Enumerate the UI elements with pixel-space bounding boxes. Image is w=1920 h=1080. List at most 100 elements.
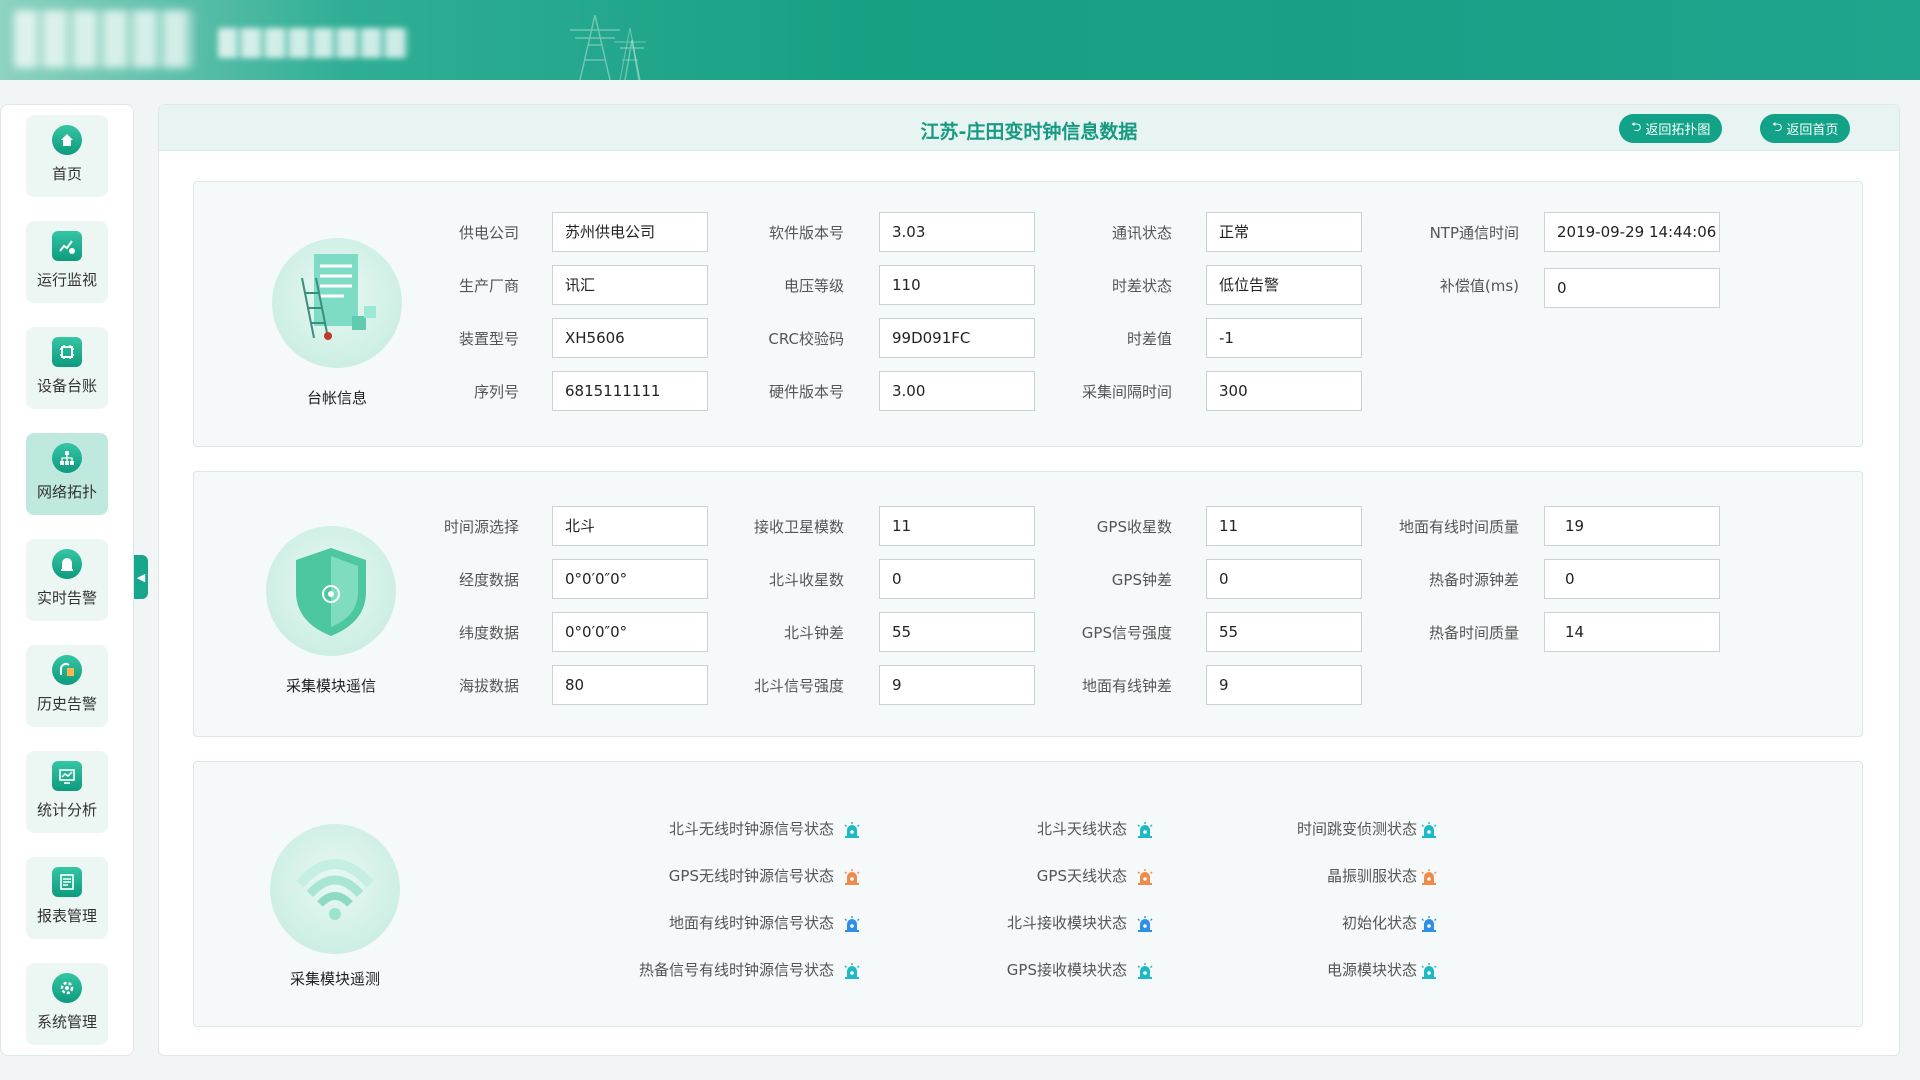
longitude-field[interactable]: 0°0′0″0° bbox=[552, 559, 708, 599]
telemetry-item-label: 北斗天线状态 bbox=[1036, 820, 1127, 838]
beidou-clock-diff-label: 北斗钟差 bbox=[783, 624, 844, 642]
compensation-field[interactable]: 0 bbox=[1544, 268, 1720, 308]
sidebar-item-network-topology[interactable]: 网络拓扑 bbox=[26, 433, 108, 515]
ntp-time-label: NTP通信时间 bbox=[1429, 224, 1519, 242]
telemetry-item-label: 晶振驯服状态 bbox=[1326, 867, 1417, 885]
latitude-field[interactable]: 0°0′0″0° bbox=[552, 612, 708, 652]
beidou-signal-field[interactable]: 9 bbox=[879, 665, 1035, 705]
manufacturer-field[interactable]: 讯汇 bbox=[552, 265, 708, 305]
monitor-chart-icon bbox=[52, 231, 82, 261]
hardware-version-field[interactable]: 3.00 bbox=[879, 371, 1035, 411]
beidou-stars-field[interactable]: 0 bbox=[879, 559, 1035, 599]
time-source-label: 时间源选择 bbox=[443, 518, 519, 536]
comm-status-label: 通讯状态 bbox=[1111, 224, 1172, 242]
time-source-field[interactable]: 北斗 bbox=[552, 506, 708, 546]
gps-signal-label: GPS信号强度 bbox=[1081, 624, 1172, 642]
software-version-field[interactable]: 3.03 bbox=[879, 212, 1035, 252]
ground-time-quality-field[interactable]: 19 bbox=[1544, 506, 1720, 546]
sidebar-item-label: 系统管理 bbox=[36, 1013, 97, 1031]
back-home-label: 返回首页 bbox=[1786, 123, 1839, 138]
alarm-light-icon bbox=[1137, 916, 1153, 932]
sidebar-item-realtime-alarm[interactable]: 实时告警 bbox=[26, 539, 108, 621]
supply-company-label: 供电公司 bbox=[458, 224, 519, 242]
back-home-button[interactable]: ⮌ 返回首页 bbox=[1760, 114, 1851, 143]
hardware-version-label: 硬件版本号 bbox=[768, 383, 844, 401]
ground-clock-diff-label: 地面有线钟差 bbox=[1081, 677, 1172, 695]
sidebar-item-report[interactable]: 报表管理 bbox=[26, 857, 108, 939]
sidebar-item-device-ledger[interactable]: 设备台账 bbox=[26, 327, 108, 409]
alarm-light-icon bbox=[844, 916, 860, 932]
alarm-light-icon bbox=[1137, 822, 1153, 838]
satellite-count-field[interactable]: 11 bbox=[879, 506, 1035, 546]
telemetry-item-label: 北斗无线时钟源信号状态 bbox=[668, 820, 834, 838]
serial-number-field[interactable]: 6815111111 bbox=[552, 371, 708, 411]
latitude-label: 纬度数据 bbox=[458, 624, 519, 642]
telemetry-item-label: GPS天线状态 bbox=[1036, 867, 1127, 885]
ntp-time-field[interactable]: 2019-09-29 14:44:06 bbox=[1544, 212, 1720, 252]
hot-standby-diff-label: 热备时源钟差 bbox=[1428, 571, 1519, 589]
altitude-field[interactable]: 80 bbox=[552, 665, 708, 705]
comm-status-field[interactable]: 正常 bbox=[1206, 212, 1362, 252]
sidebar-item-statistics[interactable]: 统计分析 bbox=[26, 751, 108, 833]
beidou-stars-label: 北斗收星数 bbox=[768, 571, 844, 589]
serial-number-label: 序列号 bbox=[473, 383, 519, 401]
crc-code-label: CRC校验码 bbox=[768, 330, 844, 348]
sidebar-item-home[interactable]: 首页 bbox=[26, 115, 108, 197]
app-header bbox=[0, 0, 1920, 80]
return-arrow-icon: ⮌ bbox=[1631, 119, 1642, 135]
sidebar-collapse-toggle[interactable]: ◀ bbox=[134, 555, 148, 599]
sidebar-item-label: 网络拓扑 bbox=[36, 483, 97, 501]
comm-panel: 采集模块遥信 时间源选择 北斗 经度数据 0°0′0″0° 纬度数据 0°0′0… bbox=[193, 471, 1863, 737]
realtime-alarm-icon bbox=[52, 549, 82, 579]
collect-interval-field[interactable]: 300 bbox=[1206, 371, 1362, 411]
supply-company-field[interactable]: 苏州供电公司 bbox=[552, 212, 708, 252]
home-icon bbox=[52, 125, 82, 155]
time-diff-status-field[interactable]: 低位告警 bbox=[1206, 265, 1362, 305]
time-diff-value-field[interactable]: -1 bbox=[1206, 318, 1362, 358]
manufacturer-label: 生产厂商 bbox=[458, 277, 519, 295]
sidebar-item-label: 设备台账 bbox=[36, 377, 97, 395]
telemetry-item-label: 初始化状态 bbox=[1341, 914, 1417, 932]
comm-panel-title: 采集模块遥信 bbox=[285, 677, 376, 695]
telemetry-panel: 采集模块遥测 北斗无线时钟源信号状态 GPS无线时钟源信号状态 地面有线时钟源信… bbox=[193, 761, 1863, 1027]
alarm-light-icon bbox=[1137, 869, 1153, 885]
hot-standby-diff-field[interactable]: 0 bbox=[1544, 559, 1720, 599]
app-title bbox=[218, 28, 408, 58]
voltage-level-label: 电压等级 bbox=[783, 277, 844, 295]
compensation-label: 补偿值(ms) bbox=[1439, 277, 1519, 295]
sidebar-item-history-alarm[interactable]: 历史告警 bbox=[26, 645, 108, 727]
telemetry-item-label: 时间跳变侦测状态 bbox=[1296, 820, 1417, 838]
alarm-light-icon bbox=[844, 963, 860, 979]
return-arrow-icon: ⮌ bbox=[1772, 119, 1783, 135]
sidebar-item-label: 首页 bbox=[51, 165, 82, 183]
alarm-light-icon bbox=[1421, 869, 1437, 885]
crc-code-field[interactable]: 99D091FC bbox=[879, 318, 1035, 358]
ground-time-quality-label: 地面有线时间质量 bbox=[1398, 518, 1519, 536]
alarm-light-icon bbox=[1421, 916, 1437, 932]
sidebar-item-monitor[interactable]: 运行监视 bbox=[26, 221, 108, 303]
sidebar-item-label: 统计分析 bbox=[36, 801, 97, 819]
sidebar-item-system[interactable]: 系统管理 bbox=[26, 963, 108, 1045]
alarm-light-icon bbox=[844, 869, 860, 885]
back-topology-button[interactable]: ⮌ 返回拓扑图 bbox=[1619, 114, 1723, 143]
collect-interval-label: 采集间隔时间 bbox=[1081, 383, 1172, 401]
ledger-panel-title: 台帐信息 bbox=[306, 389, 367, 407]
shield-illustration-icon bbox=[266, 526, 396, 656]
ground-clock-diff-field[interactable]: 9 bbox=[1206, 665, 1362, 705]
satellite-count-label: 接收卫星模数 bbox=[753, 518, 844, 536]
network-icon bbox=[52, 443, 82, 473]
system-gear-icon bbox=[52, 973, 82, 1003]
sidebar: 首页 运行监视 设备台账 网络拓扑 实时告警 历史告警 统计分析 报表管理 系统… bbox=[0, 104, 134, 1056]
hot-standby-quality-label: 热备时间质量 bbox=[1428, 624, 1519, 642]
telemetry-item-label: GPS无线时钟源信号状态 bbox=[668, 867, 834, 885]
ledger-panel: 台帐信息 供电公司 苏州供电公司 生产厂商 讯汇 装置型号 XH5606 序列号… bbox=[193, 181, 1863, 447]
hot-standby-quality-field[interactable]: 14 bbox=[1544, 612, 1720, 652]
main-content: 江苏-庄田变时钟信息数据 ⮌ 返回拓扑图 ⮌ 返回首页 台帐信息 供电公司 苏州… bbox=[158, 104, 1900, 1056]
alarm-light-icon bbox=[844, 822, 860, 838]
beidou-clock-diff-field[interactable]: 55 bbox=[879, 612, 1035, 652]
voltage-level-field[interactable]: 110 bbox=[879, 265, 1035, 305]
device-model-field[interactable]: XH5606 bbox=[552, 318, 708, 358]
software-version-label: 软件版本号 bbox=[768, 224, 844, 242]
longitude-label: 经度数据 bbox=[458, 571, 519, 589]
telemetry-panel-title: 采集模块遥测 bbox=[289, 970, 380, 988]
